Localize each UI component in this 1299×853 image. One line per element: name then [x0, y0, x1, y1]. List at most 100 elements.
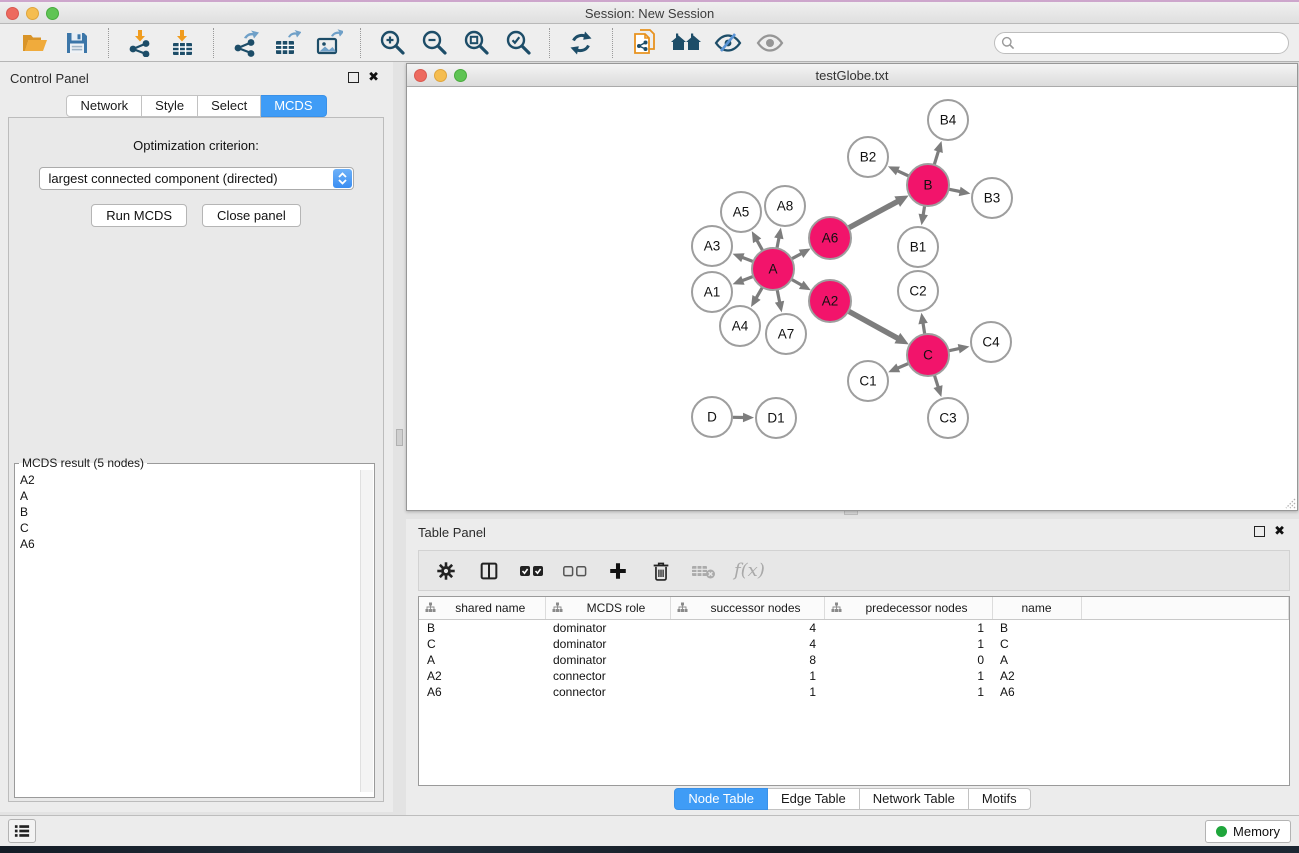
- graph-edge-C-C2[interactable]: [923, 323, 925, 335]
- graph-node-C[interactable]: C: [907, 334, 949, 376]
- column-header-shared-name[interactable]: shared name: [419, 597, 545, 619]
- graph-node-B3[interactable]: B3: [972, 178, 1012, 218]
- table-row[interactable]: A2connector11A2: [419, 668, 1289, 684]
- mcds-result-item[interactable]: A6: [20, 536, 360, 552]
- mcds-result-item[interactable]: A2: [20, 472, 360, 488]
- graph-edge-A-A1[interactable]: [742, 276, 753, 280]
- table-cell[interactable]: A2: [992, 668, 1081, 684]
- graph-edge-A2-C[interactable]: [848, 311, 898, 338]
- table-row[interactable]: Bdominator41B: [419, 619, 1289, 636]
- float-panel-icon[interactable]: [1254, 526, 1265, 537]
- graph-node-C3[interactable]: C3: [928, 398, 968, 438]
- network-canvas[interactable]: B4B2BB3A8A5A6A3B1AC2A1A2A4A7C4CC1DD1C3: [407, 87, 1297, 510]
- zoom-fit-button[interactable]: [459, 27, 493, 59]
- table-cell[interactable]: connector: [545, 668, 670, 684]
- graph-edge-A-A6[interactable]: [791, 253, 801, 259]
- column-header-successor-nodes[interactable]: successor nodes: [670, 597, 824, 619]
- mcds-result-item[interactable]: A: [20, 488, 360, 504]
- run-mcds-button[interactable]: Run MCDS: [91, 204, 187, 227]
- refresh-button[interactable]: [564, 27, 598, 59]
- table-cell[interactable]: dominator: [545, 636, 670, 652]
- import-table-button[interactable]: [165, 27, 199, 59]
- network-window-titlebar[interactable]: testGlobe.txt: [407, 64, 1297, 87]
- table-cell[interactable]: 1: [824, 684, 992, 700]
- resize-grip-icon[interactable]: [1282, 495, 1296, 509]
- export-network-button[interactable]: [228, 27, 262, 59]
- table-cell[interactable]: A6: [992, 684, 1081, 700]
- table-cell[interactable]: 1: [670, 684, 824, 700]
- float-panel-icon[interactable]: [348, 72, 359, 83]
- deselect-all-button[interactable]: [562, 558, 588, 584]
- save-session-button[interactable]: [60, 27, 94, 59]
- select-all-button[interactable]: [519, 558, 545, 584]
- table-cell[interactable]: 4: [670, 619, 824, 636]
- table-cell[interactable]: connector: [545, 684, 670, 700]
- table-row[interactable]: Cdominator41C: [419, 636, 1289, 652]
- graph-edge-B-B3[interactable]: [949, 189, 961, 191]
- table-cell[interactable]: A: [992, 652, 1081, 668]
- table-cell[interactable]: C: [992, 636, 1081, 652]
- tab-edge-table[interactable]: Edge Table: [768, 788, 860, 810]
- table-cell[interactable]: A2: [419, 668, 545, 684]
- export-table-button[interactable]: [270, 27, 304, 59]
- graph-edge-A-A4[interactable]: [756, 287, 762, 298]
- graph-node-C1[interactable]: C1: [848, 361, 888, 401]
- column-header-name[interactable]: name: [992, 597, 1081, 619]
- table-cell[interactable]: 1: [824, 619, 992, 636]
- vertical-splitter-handle[interactable]: [396, 429, 403, 446]
- graph-node-B[interactable]: B: [907, 164, 949, 206]
- table-row[interactable]: A6connector11A6: [419, 684, 1289, 700]
- graph-node-A6[interactable]: A6: [809, 217, 851, 259]
- tab-node-table[interactable]: Node Table: [674, 788, 768, 810]
- table-cell[interactable]: dominator: [545, 652, 670, 668]
- duplicate-network-button[interactable]: [627, 27, 661, 59]
- graph-edge-A-A2[interactable]: [791, 279, 802, 285]
- delete-table-button[interactable]: [691, 558, 717, 584]
- table-cell[interactable]: B: [419, 619, 545, 636]
- table-cell[interactable]: 1: [670, 668, 824, 684]
- function-builder-button[interactable]: f(x): [734, 558, 765, 584]
- graph-node-D[interactable]: D: [692, 397, 732, 437]
- graph-node-A2[interactable]: A2: [809, 280, 851, 322]
- graph-node-A8[interactable]: A8: [765, 186, 805, 226]
- create-column-button[interactable]: [605, 558, 631, 584]
- graph-node-B4[interactable]: B4: [928, 100, 968, 140]
- close-panel-button[interactable]: Close panel: [202, 204, 301, 227]
- column-header-predecessor-nodes[interactable]: predecessor nodes: [824, 597, 992, 619]
- graph-node-A7[interactable]: A7: [766, 314, 806, 354]
- graph-node-B2[interactable]: B2: [848, 137, 888, 177]
- show-columns-button[interactable]: [476, 558, 502, 584]
- graph-edge-A-A5[interactable]: [757, 240, 763, 251]
- export-image-button[interactable]: [312, 27, 346, 59]
- graph-edge-B-B2[interactable]: [897, 171, 909, 177]
- graph-edge-A6-B[interactable]: [848, 201, 898, 228]
- hide-graphics-button[interactable]: [711, 27, 745, 59]
- close-panel-icon[interactable]: ✖: [1274, 526, 1285, 537]
- tab-network[interactable]: Network: [66, 95, 142, 117]
- scrollbar-track[interactable]: [360, 470, 373, 792]
- search-input[interactable]: [994, 32, 1289, 54]
- graph-edge-A-A7[interactable]: [777, 290, 780, 303]
- column-header-MCDS-role[interactable]: MCDS role: [545, 597, 670, 619]
- optimization-criterion-select[interactable]: largest connected component (directed): [39, 167, 354, 190]
- table-cell[interactable]: B: [992, 619, 1081, 636]
- table-row[interactable]: Adominator80A: [419, 652, 1289, 668]
- graph-node-A5[interactable]: A5: [721, 192, 761, 232]
- graph-edge-C-C3[interactable]: [934, 375, 938, 387]
- houses-button[interactable]: [669, 27, 703, 59]
- graph-edge-C-C1[interactable]: [897, 363, 908, 368]
- tab-motifs[interactable]: Motifs: [969, 788, 1031, 810]
- graph-node-A[interactable]: A: [752, 248, 794, 290]
- table-cell[interactable]: 4: [670, 636, 824, 652]
- tab-network-table[interactable]: Network Table: [860, 788, 969, 810]
- table-cell[interactable]: 8: [670, 652, 824, 668]
- memory-button[interactable]: Memory: [1205, 820, 1291, 843]
- graph-edge-B-B4[interactable]: [934, 151, 938, 165]
- graph-edge-B-B1[interactable]: [923, 206, 925, 216]
- mcds-result-item[interactable]: B: [20, 504, 360, 520]
- graph-node-D1[interactable]: D1: [756, 398, 796, 438]
- graph-edge-A-A3[interactable]: [742, 257, 753, 261]
- zoom-in-button[interactable]: [375, 27, 409, 59]
- table-mode-button[interactable]: [433, 558, 459, 584]
- graph-node-A3[interactable]: A3: [692, 226, 732, 266]
